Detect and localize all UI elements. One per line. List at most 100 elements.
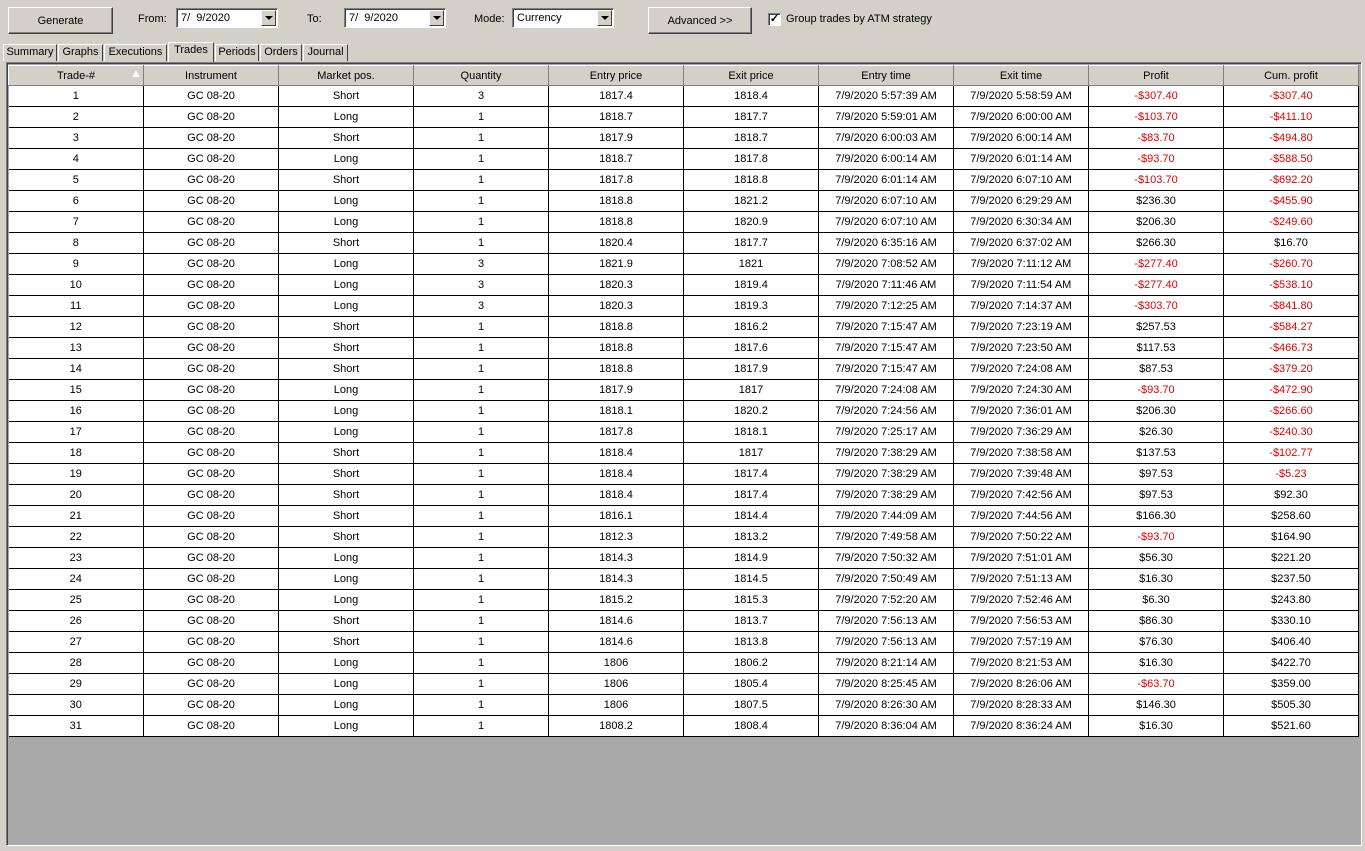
table-row[interactable]: 22 GC 08-20 Short 1 1812.3 1813.2 7/9/2020 7:4… bbox=[8, 526, 1359, 548]
table-row[interactable]: 6 GC 08-20 Long 1 1818.8 1821.2 7/9/2020 6:07:… bbox=[8, 190, 1359, 212]
advanced-button[interactable]: Advanced >> bbox=[648, 7, 752, 34]
table-row[interactable]: 1 GC 08-20 Short 3 1817.4 1818.4 7/9/2020 5:57… bbox=[8, 85, 1359, 107]
table-row[interactable]: 17 GC 08-20 Long 1 1817.8 1818.1 7/9/2020 7:25… bbox=[8, 421, 1359, 443]
tab-executions-label: Executions bbox=[108, 46, 163, 58]
table-row[interactable]: 10 GC 08-20 Long 3 1820.3 1819.4 7/9/2020 7:11… bbox=[8, 274, 1359, 296]
tab-graphs[interactable]: Graphs bbox=[58, 44, 103, 61]
table-cell: 7/9/2020 7:23:19 AM bbox=[953, 316, 1089, 338]
table-row[interactable]: 26 GC 08-20 Short 1 1814.6 1813.7 7/9/2020 7:5… bbox=[8, 610, 1359, 632]
table-row[interactable]: 13 GC 08-20 Short 1 1818.8 1817.6 7/9/2020 7:1… bbox=[8, 337, 1359, 359]
tab-orders-label: Orders bbox=[264, 46, 298, 58]
table-row[interactable]: 8 GC 08-20 Short 1 1820.4 1817.7 7/9/2020 6:35… bbox=[8, 232, 1359, 254]
table-row[interactable]: 16 GC 08-20 Long 1 1818.1 1820.2 7/9/2020 7:24… bbox=[8, 400, 1359, 422]
column-header[interactable]: Exit time bbox=[953, 65, 1089, 86]
table-cell: 1818.4 bbox=[548, 463, 684, 485]
table-row[interactable]: 30 GC 08-20 Long 1 1806 1807.5 7/9/2020 8:26:3… bbox=[8, 694, 1359, 716]
table-cell: 25 bbox=[8, 589, 144, 611]
table-cell: 1814.4 bbox=[683, 505, 819, 527]
table-cell: $97.53 bbox=[1088, 484, 1224, 506]
table-cell: 1 bbox=[413, 652, 549, 674]
table-cell: 1814.3 bbox=[548, 547, 684, 569]
table-row[interactable]: 24 GC 08-20 Long 1 1814.3 1814.5 7/9/2020 7:50… bbox=[8, 568, 1359, 590]
group-trades-checkbox[interactable]: ✓ bbox=[768, 13, 781, 26]
generate-button[interactable]: Generate bbox=[8, 7, 113, 34]
table-cell: 7/9/2020 7:50:49 AM bbox=[818, 568, 954, 590]
column-header[interactable]: Market pos. bbox=[278, 65, 414, 86]
group-trades-label[interactable]: Group trades by ATM strategy bbox=[786, 12, 932, 26]
mode-select[interactable]: Currency bbox=[512, 8, 614, 28]
table-row[interactable]: 5 GC 08-20 Short 1 1817.8 1818.8 7/9/2020 6:01… bbox=[8, 169, 1359, 191]
table-cell: $76.30 bbox=[1088, 631, 1224, 653]
table-row[interactable]: 3 GC 08-20 Short 1 1817.9 1818.7 7/9/2020 6:00… bbox=[8, 127, 1359, 149]
table-cell: 7/9/2020 7:52:20 AM bbox=[818, 589, 954, 611]
table-cell: Short bbox=[278, 505, 414, 527]
table-cell: 7/9/2020 7:25:17 AM bbox=[818, 421, 954, 443]
table-cell: 1 bbox=[413, 505, 549, 527]
table-row[interactable]: 4 GC 08-20 Long 1 1818.7 1817.8 7/9/2020 6:00:… bbox=[8, 148, 1359, 170]
table-cell: 19 bbox=[8, 463, 144, 485]
column-header[interactable]: Trade-# bbox=[8, 65, 144, 86]
table-row[interactable]: 7 GC 08-20 Long 1 1818.8 1820.9 7/9/2020 6:07:… bbox=[8, 211, 1359, 233]
from-date-picker[interactable]: 7/ 9/2020 bbox=[176, 8, 278, 28]
table-cell: GC 08-20 bbox=[143, 358, 279, 380]
table-cell: -$102.77 bbox=[1223, 442, 1359, 464]
table-row[interactable]: 12 GC 08-20 Short 1 1818.8 1816.2 7/9/2020 7:1… bbox=[8, 316, 1359, 338]
trades-grid[interactable]: Trade-# Instrument Market pos. Quantity … bbox=[6, 62, 1362, 846]
tab-summary[interactable]: Summary bbox=[3, 44, 57, 61]
tab-orders[interactable]: Orders bbox=[260, 44, 302, 61]
tab-trades[interactable]: Trades bbox=[168, 42, 214, 62]
table-row[interactable]: 31 GC 08-20 Long 1 1808.2 1808.4 7/9/2020 8:36… bbox=[8, 715, 1359, 737]
column-header[interactable]: Entry time bbox=[818, 65, 954, 86]
table-cell: -$584.27 bbox=[1223, 316, 1359, 338]
tab-summary-label: Summary bbox=[6, 46, 54, 58]
column-header[interactable]: Quantity bbox=[413, 65, 549, 86]
tab-journal[interactable]: Journal bbox=[303, 44, 348, 61]
table-row[interactable]: 25 GC 08-20 Long 1 1815.2 1815.3 7/9/2020 7:52… bbox=[8, 589, 1359, 611]
table-cell: 3 bbox=[413, 274, 549, 296]
table-row[interactable]: 11 GC 08-20 Long 3 1820.3 1819.3 7/9/2020 7:12… bbox=[8, 295, 1359, 317]
table-cell: 1817.4 bbox=[683, 463, 819, 485]
table-cell: 2 bbox=[8, 106, 144, 128]
table-cell: 7/9/2020 6:00:14 AM bbox=[818, 148, 954, 170]
column-header[interactable]: Cum. profit bbox=[1223, 65, 1359, 86]
column-header[interactable]: Instrument bbox=[143, 65, 279, 86]
column-header-label: Cum. profit bbox=[1264, 69, 1318, 82]
table-cell: 4 bbox=[8, 148, 144, 170]
table-row[interactable]: 14 GC 08-20 Short 1 1818.8 1817.9 7/9/2020 7:1… bbox=[8, 358, 1359, 380]
table-row[interactable]: 2 GC 08-20 Long 1 1818.7 1817.7 7/9/2020 5:59:… bbox=[8, 106, 1359, 128]
table-cell: $422.70 bbox=[1223, 652, 1359, 674]
table-row[interactable]: 29 GC 08-20 Long 1 1806 1805.4 7/9/2020 8:25:4… bbox=[8, 673, 1359, 695]
mode-dropdown-button[interactable] bbox=[597, 10, 612, 26]
advanced-button-label: Advanced >> bbox=[667, 14, 733, 27]
table-row[interactable]: 21 GC 08-20 Short 1 1816.1 1814.4 7/9/2020 7:4… bbox=[8, 505, 1359, 527]
to-date-picker[interactable]: 7/ 9/2020 bbox=[344, 8, 446, 28]
table-cell: 30 bbox=[8, 694, 144, 716]
table-cell: 1 bbox=[413, 589, 549, 611]
tab-executions[interactable]: Executions bbox=[104, 44, 167, 61]
column-header[interactable]: Entry price bbox=[548, 65, 684, 86]
from-dropdown-button[interactable] bbox=[261, 10, 276, 26]
table-cell: 3 bbox=[413, 85, 549, 107]
table-cell: 7/9/2020 7:24:30 AM bbox=[953, 379, 1089, 401]
table-row[interactable]: 20 GC 08-20 Short 1 1818.4 1817.4 7/9/2020 7:3… bbox=[8, 484, 1359, 506]
table-cell: 1 bbox=[413, 106, 549, 128]
table-row[interactable]: 18 GC 08-20 Short 1 1818.4 1817 7/9/2020 7:38:… bbox=[8, 442, 1359, 464]
table-row[interactable]: 15 GC 08-20 Long 1 1817.9 1817 7/9/2020 7:24:0… bbox=[8, 379, 1359, 401]
table-cell: 1 bbox=[8, 85, 144, 107]
table-cell: $6.30 bbox=[1088, 589, 1224, 611]
table-cell: GC 08-20 bbox=[143, 106, 279, 128]
table-row[interactable]: 9 GC 08-20 Long 3 1821.9 1821 7/9/2020 7:08:52… bbox=[8, 253, 1359, 275]
table-cell: 1 bbox=[413, 148, 549, 170]
table-cell: GC 08-20 bbox=[143, 526, 279, 548]
table-row[interactable]: 27 GC 08-20 Short 1 1814.6 1813.8 7/9/2020 7:5… bbox=[8, 631, 1359, 653]
table-cell: GC 08-20 bbox=[143, 589, 279, 611]
tab-periods[interactable]: Periods bbox=[215, 44, 259, 61]
table-body: 1 GC 08-20 Short 3 1817.4 1818.4 7/9/2020 5:57… bbox=[8, 85, 1359, 737]
table-cell: Short bbox=[278, 610, 414, 632]
column-header[interactable]: Profit bbox=[1088, 65, 1224, 86]
table-row[interactable]: 23 GC 08-20 Long 1 1814.3 1814.9 7/9/2020 7:50… bbox=[8, 547, 1359, 569]
to-dropdown-button[interactable] bbox=[429, 10, 444, 26]
column-header[interactable]: Exit price bbox=[683, 65, 819, 86]
table-row[interactable]: 19 GC 08-20 Short 1 1818.4 1817.4 7/9/2020 7:3… bbox=[8, 463, 1359, 485]
table-row[interactable]: 28 GC 08-20 Long 1 1806 1806.2 7/9/2020 8:21:1… bbox=[8, 652, 1359, 674]
